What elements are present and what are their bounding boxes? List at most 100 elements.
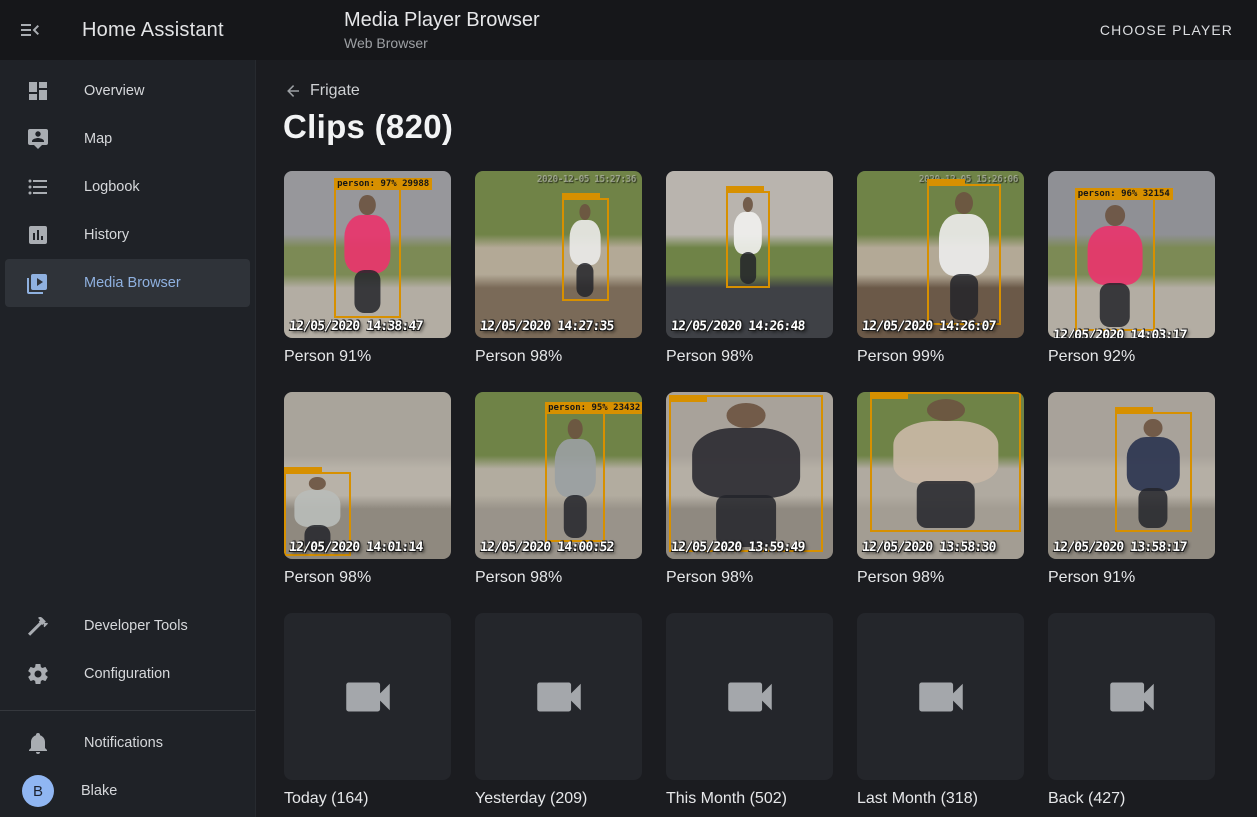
detection-score-chip (927, 179, 965, 186)
clip-thumbnail: 12/05/2020 13:59:49 (666, 392, 833, 559)
person-head-figure (359, 195, 375, 215)
clip-timestamp-overlay: 12/05/2020 13:58:17 (1052, 540, 1187, 555)
video-camera-icon (530, 668, 588, 726)
clip-timestamp-overlay: 12/05/2020 13:58:30 (861, 540, 996, 555)
app-title: Home Assistant (82, 19, 224, 42)
detection-bounding-box (562, 198, 609, 302)
gear-icon (26, 662, 50, 686)
clip-card[interactable]: person: 95% 23432 12/05/2020 14:00:52 Pe… (475, 392, 642, 587)
clip-card[interactable]: person: 97% 29988 12/05/2020 14:38:47 Pe… (284, 171, 451, 366)
detection-score-chip (669, 395, 707, 402)
sidebar-nav: Overview Map Logbook History Media Brows… (0, 60, 255, 307)
clip-thumbnail: 2020-12-05 15:27:36 12/05/2020 14:27:35 (475, 171, 642, 338)
sidebar-divider (0, 710, 255, 711)
clip-label: Person 98% (857, 568, 1024, 587)
folder-thumbnail (284, 613, 451, 780)
person-head-figure (926, 399, 964, 421)
person-head-figure (1144, 419, 1163, 438)
hammer-icon (26, 614, 50, 638)
clip-card[interactable]: 12/05/2020 13:59:49 Person 98% (666, 392, 833, 587)
folder-thumbnail (666, 613, 833, 780)
media-player-subtitle: Web Browser (344, 34, 540, 52)
detection-bounding-box: person: 96% 32154 (1075, 198, 1155, 332)
video-camera-icon (721, 668, 779, 726)
media-browser-content: Frigate Clips (820) person: 97% 29988 12… (257, 60, 1257, 817)
arrow-left-icon (284, 82, 302, 100)
profile-name: Blake (81, 783, 117, 799)
detection-score-chip (1115, 407, 1153, 414)
folder-label: Today (164) (284, 789, 451, 808)
sidebar-item-overview[interactable]: Overview (5, 67, 250, 115)
sidebar-item-notifications[interactable]: Notifications (5, 719, 250, 767)
person-legs-figure (1139, 488, 1168, 528)
sidebar-item-map[interactable]: Map (5, 115, 250, 163)
detection-bounding-box: person: 95% 23432 (545, 412, 605, 542)
folder-thumbnail (857, 613, 1024, 780)
detection-bounding-box: person: 97% 29988 (334, 188, 401, 318)
clip-label: Person 91% (284, 347, 451, 366)
video-camera-icon (339, 668, 397, 726)
sidebar-item-history[interactable]: History (5, 211, 250, 259)
clip-label: Person 98% (475, 347, 642, 366)
clip-card[interactable]: 2020-12-05 15:26:06 12/05/2020 14:26:07 … (857, 171, 1024, 366)
clip-label: Person 98% (666, 568, 833, 587)
clip-timestamp-overlay: 12/05/2020 14:26:48 (670, 319, 805, 334)
choose-player-button[interactable]: CHOOSE PLAYER (1092, 0, 1241, 60)
sidebar-toggle-button[interactable] (6, 6, 54, 54)
clip-thumbnail: person: 97% 29988 12/05/2020 14:38:47 (284, 171, 451, 338)
person-body-figure (570, 220, 601, 266)
folder-card-last-month[interactable]: Last Month (318) (857, 613, 1024, 808)
camera-osd-datetime: 2020-12-05 15:27:36 (537, 174, 636, 185)
clip-card[interactable]: person: 96% 32154 12/05/2020 14:03:17 Pe… (1048, 171, 1215, 366)
folder-card-yesterday[interactable]: Yesterday (209) (475, 613, 642, 808)
person-legs-figure (950, 274, 978, 320)
video-camera-icon (912, 668, 970, 726)
play-box-multiple-icon (26, 271, 50, 295)
detection-score-chip (726, 186, 764, 193)
detection-score-chip: person: 95% 23432 (545, 402, 642, 414)
menu-open-icon (18, 18, 42, 42)
folder-card-this-month[interactable]: This Month (502) (666, 613, 833, 808)
clip-timestamp-overlay: 12/05/2020 14:00:52 (479, 540, 614, 555)
folder-card-today[interactable]: Today (164) (284, 613, 451, 808)
detection-score-chip: person: 96% 32154 (1075, 188, 1173, 200)
folder-card-back[interactable]: Back (427) (1048, 613, 1215, 808)
sidebar-item-logbook[interactable]: Logbook (5, 163, 250, 211)
person-body-figure (1127, 437, 1179, 490)
sidebar: Overview Map Logbook History Media Brows… (0, 60, 256, 817)
sidebar-item-profile[interactable]: B Blake (5, 767, 250, 815)
folder-label: Back (427) (1048, 789, 1215, 808)
clip-card[interactable]: 2020-12-05 15:27:36 12/05/2020 14:27:35 … (475, 171, 642, 366)
person-legs-figure (740, 252, 756, 284)
detection-bounding-box (726, 191, 769, 288)
person-head-figure (743, 197, 753, 212)
clip-thumbnail: 12/05/2020 14:01:14 (284, 392, 451, 559)
breadcrumb-label: Frigate (310, 82, 360, 100)
app-bar: Home Assistant Media Player Browser Web … (0, 0, 1257, 60)
folder-thumbnail (475, 613, 642, 780)
clip-card[interactable]: 12/05/2020 14:01:14 Person 98% (284, 392, 451, 587)
person-body-figure (939, 214, 989, 277)
folder-label: Last Month (318) (857, 789, 1024, 808)
sidebar-item-developer-tools[interactable]: Developer Tools (5, 602, 250, 650)
breadcrumb-back-frigate[interactable]: Frigate (284, 82, 360, 100)
sidebar-item-media-browser[interactable]: Media Browser (5, 259, 250, 307)
sidebar-item-configuration[interactable]: Configuration (5, 650, 250, 698)
page-title: Clips (820) (283, 108, 453, 146)
folder-thumbnail (1048, 613, 1215, 780)
person-head-figure (309, 477, 325, 490)
clip-label: Person 98% (475, 568, 642, 587)
person-body-figure (734, 212, 762, 255)
clip-card[interactable]: 12/05/2020 13:58:17 Person 91% (1048, 392, 1215, 587)
person-head-figure (1105, 205, 1125, 226)
person-head-figure (955, 192, 973, 214)
person-body-figure (295, 490, 340, 527)
clip-timestamp-overlay: 12/05/2020 14:01:14 (288, 540, 423, 555)
clip-card[interactable]: 12/05/2020 14:26:48 Person 98% (666, 171, 833, 366)
tooltip-account-icon (26, 127, 50, 151)
person-head-figure (580, 204, 591, 220)
clip-label: Person 98% (284, 568, 451, 587)
detection-score-chip (870, 392, 908, 399)
clip-label: Person 92% (1048, 347, 1215, 366)
clip-card[interactable]: 12/05/2020 13:58:30 Person 98% (857, 392, 1024, 587)
